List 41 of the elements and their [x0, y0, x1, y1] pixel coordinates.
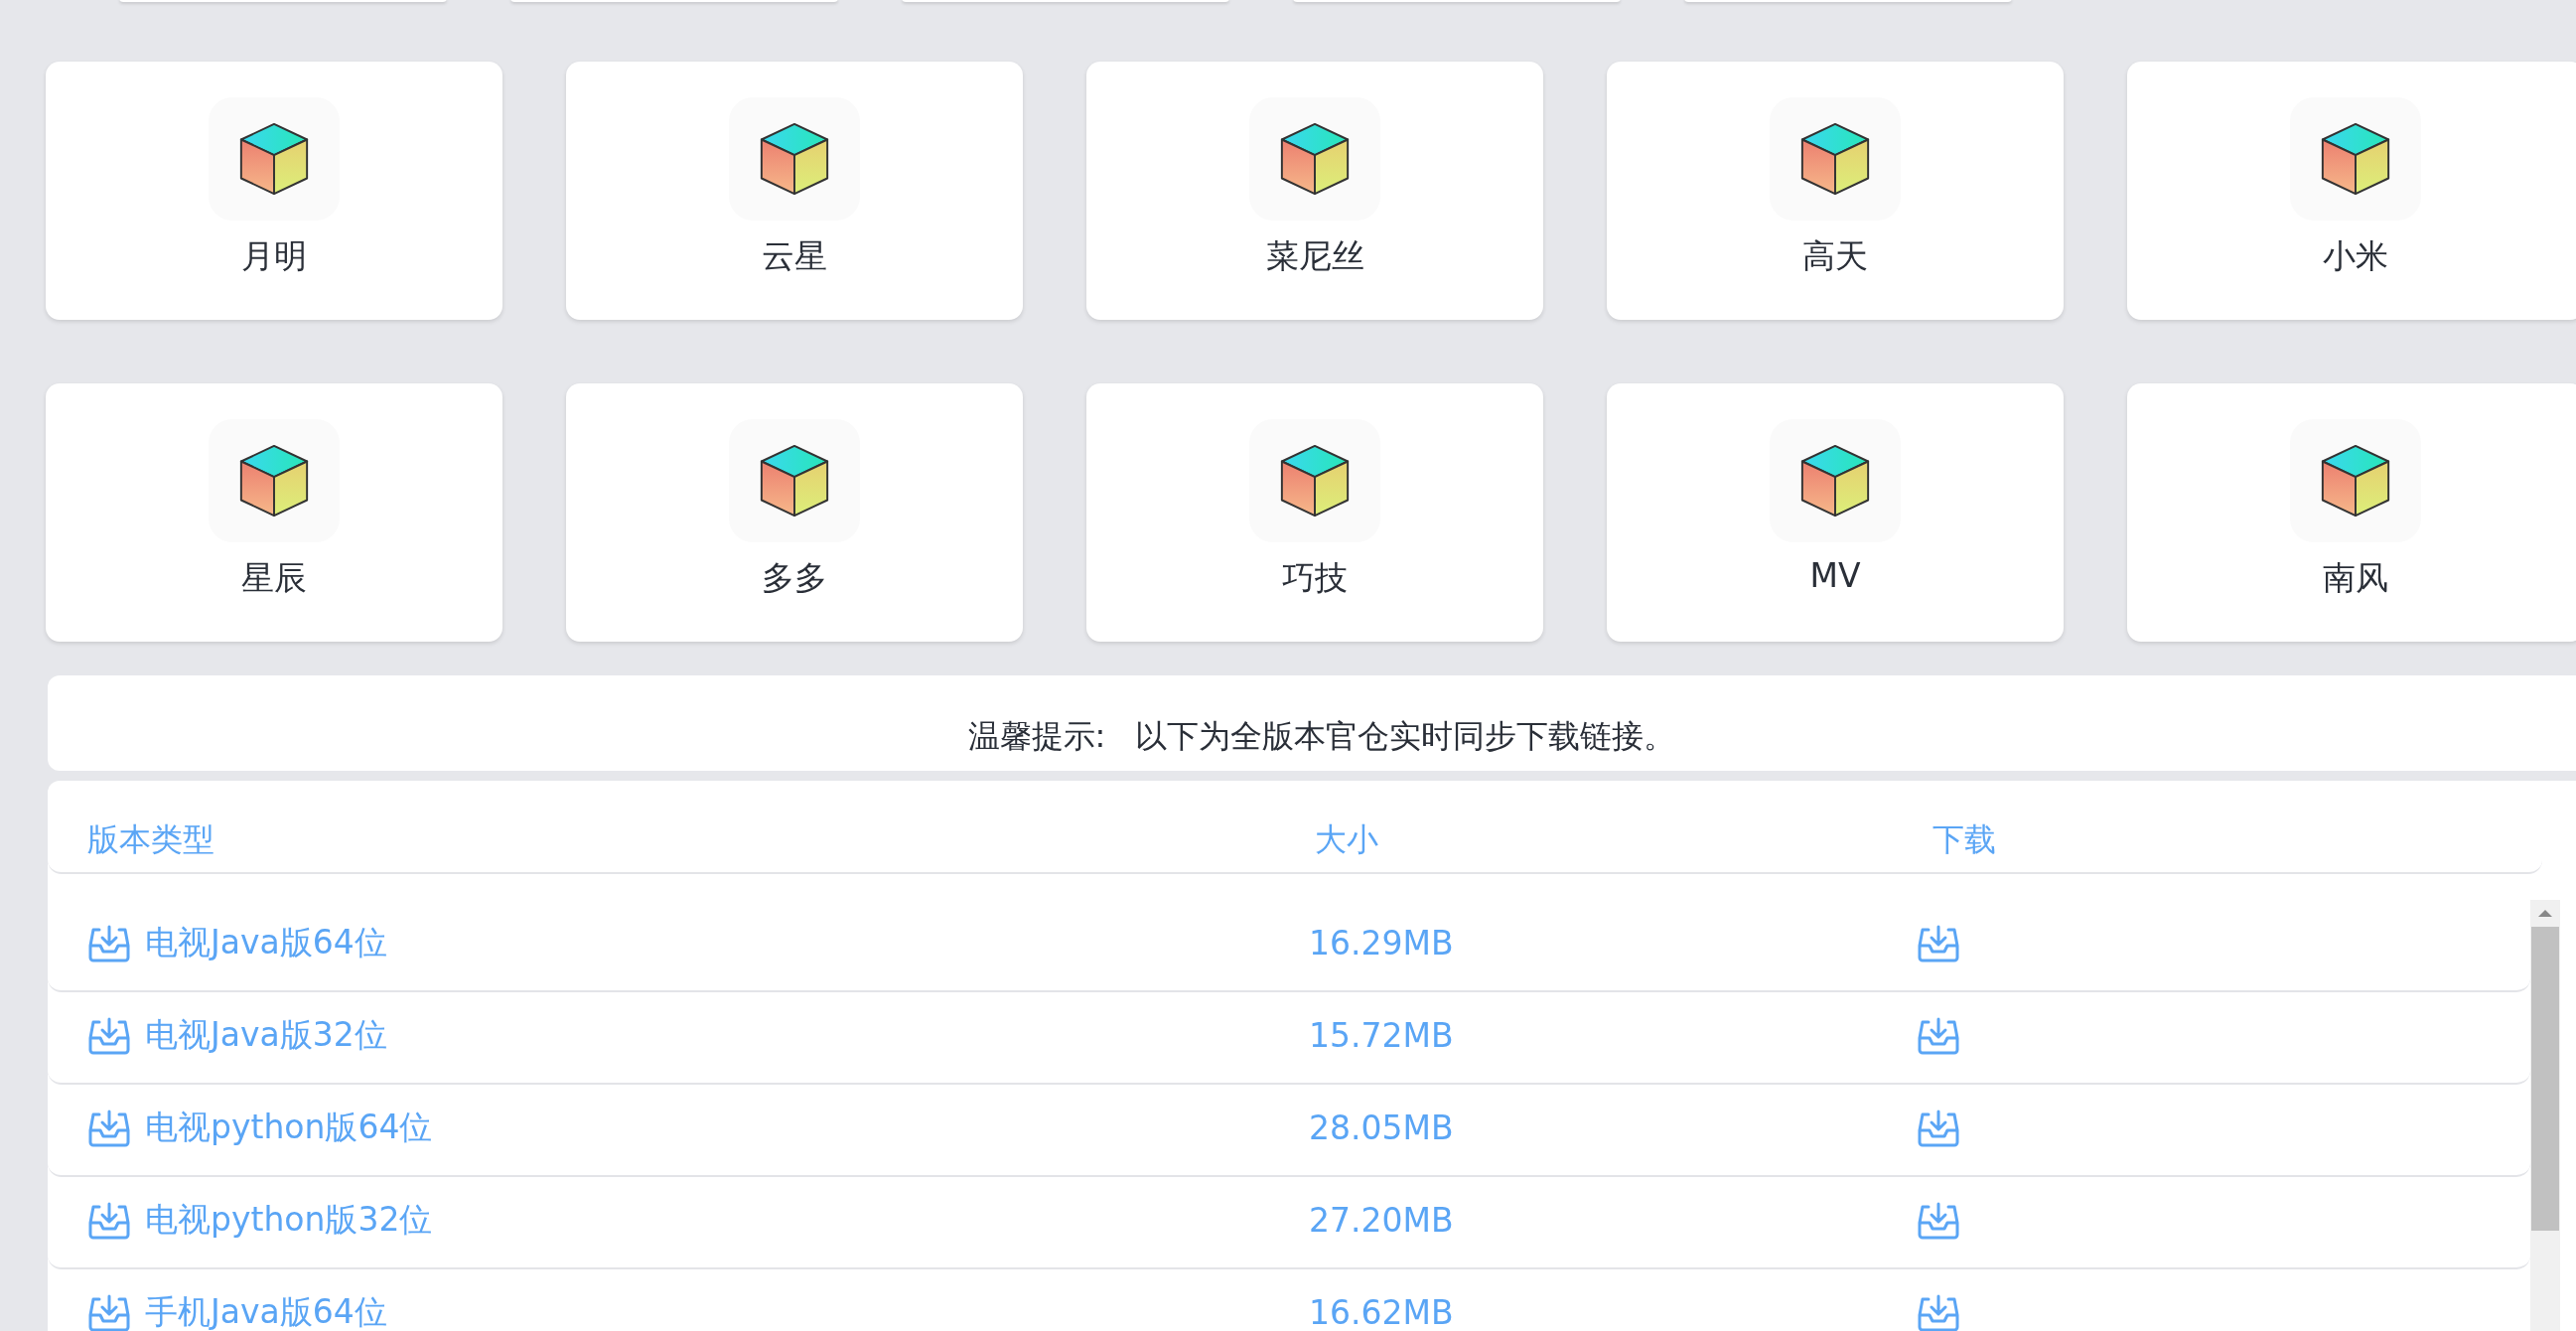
- app-name: 高天: [1802, 235, 1868, 277]
- column-header: 下载: [1932, 819, 1996, 860]
- app-card[interactable]: 星辰: [46, 383, 502, 642]
- app-card[interactable]: MV: [1607, 383, 2064, 642]
- file-size: 16.62MB: [1309, 1293, 1455, 1331]
- download-icon[interactable]: [1917, 1292, 1960, 1331]
- app-card[interactable]: 高天: [1607, 62, 2064, 320]
- download-icon[interactable]: [1917, 1200, 1960, 1241]
- scrollbar[interactable]: [2530, 900, 2560, 1331]
- app-card[interactable]: 月明: [46, 62, 502, 320]
- app-name: 云星: [762, 235, 827, 277]
- app-card[interactable]: 云星: [566, 62, 1023, 320]
- notice-text: 以下为全版本官仓实时同步下载链接。: [1135, 716, 1676, 757]
- file-size: 16.29MB: [1309, 924, 1455, 962]
- column-header: 版本类型: [86, 819, 215, 860]
- app-name: 菜尼丝: [1265, 235, 1364, 277]
- download-icon[interactable]: [1917, 1015, 1960, 1056]
- file-size: 15.72MB: [1309, 1016, 1455, 1055]
- app-name: 南风: [2323, 557, 2388, 599]
- download-icon: [87, 1292, 131, 1331]
- download-icon: [87, 1200, 131, 1241]
- app-name: 月明: [241, 235, 307, 277]
- notice-label: 温馨提示:: [967, 716, 1106, 757]
- column-header: 大小: [1315, 819, 1379, 860]
- app-card[interactable]: 多多: [566, 383, 1023, 642]
- file-size: 27.20MB: [1309, 1201, 1455, 1240]
- app-card[interactable]: 南风: [2127, 383, 2576, 642]
- app-name: 多多: [762, 557, 827, 599]
- download-icon[interactable]: [1917, 923, 1960, 963]
- download-icon: [87, 1015, 131, 1056]
- download-icon: [87, 923, 131, 963]
- file-size: 28.05MB: [1309, 1109, 1455, 1147]
- app-card[interactable]: 菜尼丝: [1086, 62, 1543, 320]
- app-name: 星辰: [241, 557, 307, 599]
- app-name: 小米: [2323, 235, 2388, 277]
- app-name: 巧技: [1282, 557, 1348, 599]
- download-icon[interactable]: [1917, 1108, 1960, 1148]
- app-card[interactable]: 小米: [2127, 62, 2576, 320]
- app-name: MV: [1809, 556, 1861, 595]
- app-card[interactable]: 巧技: [1086, 383, 1543, 642]
- download-icon: [87, 1108, 131, 1148]
